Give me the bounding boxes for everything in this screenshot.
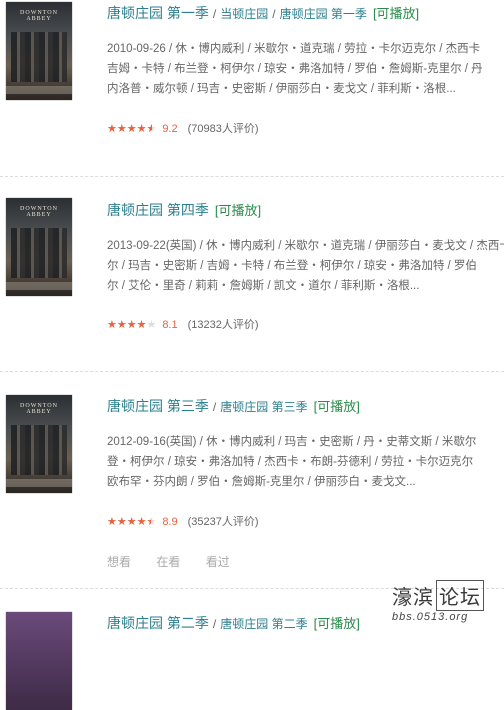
title-separator: / — [212, 400, 217, 414]
cover-logo: DOWNTON ABBEY — [20, 206, 58, 218]
cover-strip — [6, 479, 72, 487]
divider — [0, 176, 504, 177]
star-rating: ★★★★★★★★★★ — [107, 123, 157, 135]
rating-row: ★★★★★ ★★★★★ 9.2 (70983人评价) — [107, 120, 259, 136]
meta-info: 2013-09-22(英国) / 休・博内威利 / 米歇尔・道克瑞 / 伊丽莎白… — [107, 236, 504, 296]
watermark-url: bbs.0513.org — [392, 611, 469, 623]
playable-link[interactable]: [可播放] — [314, 399, 360, 414]
meta-line: 吉姆・卡特 / 布兰登・柯伊尔 / 琼安・弗洛加特 / 罗伯・詹姆斯-克里尔 /… — [107, 63, 483, 75]
alt-title-link[interactable]: 唐顿庄园 第二季 — [220, 617, 307, 631]
cover-image[interactable] — [6, 612, 72, 710]
playable-link[interactable]: [可播放] — [215, 203, 261, 218]
title-link[interactable]: 唐顿庄园 第三季 — [107, 398, 209, 414]
playable-link[interactable]: [可播放] — [373, 6, 419, 21]
meta-line: 尔 / 玛吉・史密斯 / 吉姆・卡特 / 布兰登・柯伊尔 / 琼安・弗洛加特 /… — [107, 260, 477, 272]
watching-link[interactable]: 在看 — [156, 555, 180, 569]
alt-title-link[interactable]: 当顿庄园 — [220, 7, 268, 21]
title-separator: / — [212, 617, 217, 631]
meta-line: 2010-09-26 / 休・博内威利 / 米歇尔・道克瑞 / 劳拉・卡尔迈克尔… — [107, 43, 481, 55]
title-separator: / — [272, 7, 276, 21]
star-rating: ★★★★★★★★★★ — [107, 516, 157, 528]
rating-count: (13232人评价) — [187, 319, 259, 331]
cover-logo: DOWNTON ABBEY — [20, 10, 58, 22]
cover-logo: DOWNTON ABBEY — [20, 403, 58, 415]
alt-title-link[interactable]: 唐顿庄园 第一季 — [280, 7, 367, 21]
alt-title-link[interactable]: 唐顿庄园 第三季 — [220, 400, 307, 414]
cover-cast-graphic — [11, 425, 67, 475]
playable-link[interactable]: [可播放] — [314, 616, 360, 631]
cover-image[interactable]: DOWNTON ABBEY — [6, 2, 72, 100]
rating-score: 9.2 — [162, 123, 178, 135]
title-row: 唐顿庄园 第四季 [可播放] — [107, 200, 261, 220]
meta-line: 尔 / 艾伦・里奇 / 莉莉・詹姆斯 / 凯文・道尔 / 菲利斯・洛根... — [107, 280, 420, 292]
meta-line: 欧布罕・芬内朗 / 罗伯・詹姆斯-克里尔 / 伊丽莎白・麦戈文... — [107, 476, 416, 488]
title-link[interactable]: 唐顿庄园 第一季 — [107, 5, 209, 21]
cover-cast-graphic — [11, 228, 67, 278]
cover-strip — [6, 86, 72, 94]
title-row: 唐顿庄园 第三季 / 唐顿庄园 第三季 [可播放] — [107, 396, 360, 416]
rating-count: (35237人评价) — [187, 516, 259, 528]
watermark-text: 濠滨 — [392, 585, 434, 609]
want-to-watch-link[interactable]: 想看 — [107, 555, 131, 569]
rating-score: 8.9 — [162, 516, 178, 528]
meta-line: 2013-09-22(英国) / 休・博内威利 / 米歇尔・道克瑞 / 伊丽莎白… — [107, 240, 504, 252]
title-separator: / — [212, 7, 217, 21]
meta-info: 2010-09-26 / 休・博内威利 / 米歇尔・道克瑞 / 劳拉・卡尔迈克尔… — [107, 39, 504, 99]
meta-info: 2012-09-16(英国) / 休・博内威利 / 玛吉・史密斯 / 丹・史蒂文… — [107, 432, 504, 492]
cover-strip — [6, 282, 72, 290]
star-rating: ★★★★★★★★★★ — [107, 319, 157, 331]
rating-row: ★★★★★★★★★★ 8.1 (13232人评价) — [107, 316, 259, 332]
rating-count: (70983人评价) — [187, 123, 259, 135]
title-row: 唐顿庄园 第一季 / 当顿庄园 / 唐顿庄园 第一季 [可播放] — [107, 3, 419, 23]
rating-score: 8.1 — [162, 319, 178, 331]
title-row: 唐顿庄园 第二季 / 唐顿庄园 第二季 [可播放] — [107, 613, 360, 633]
title-link[interactable]: 唐顿庄园 第四季 — [107, 202, 209, 218]
watermark-boxed-text: 论坛 — [436, 580, 484, 611]
divider — [0, 371, 504, 372]
cover-image[interactable]: DOWNTON ABBEY — [6, 198, 72, 296]
cover-image[interactable]: DOWNTON ABBEY — [6, 395, 72, 493]
rating-row: ★★★★★★★★★★ 8.9 (35237人评价) — [107, 513, 259, 529]
meta-line: 2012-09-16(英国) / 休・博内威利 / 玛吉・史密斯 / 丹・史蒂文… — [107, 436, 477, 448]
watched-link[interactable]: 看过 — [206, 555, 230, 569]
collect-actions: 想看 在看 看过 — [107, 553, 252, 570]
forum-watermark: 濠滨 论坛 bbs.0513.org — [392, 580, 502, 626]
cover-cast-graphic — [11, 32, 67, 82]
meta-line: 登・柯伊尔 / 琼安・弗洛加特 / 杰西卡・布朗-芬德利 / 劳拉・卡尔迈克尔 — [107, 456, 474, 468]
title-link[interactable]: 唐顿庄园 第二季 — [107, 615, 209, 631]
meta-line: 内洛普・威尔顿 / 玛吉・史密斯 / 伊丽莎白・麦戈文 / 菲利斯・洛根... — [107, 83, 456, 95]
